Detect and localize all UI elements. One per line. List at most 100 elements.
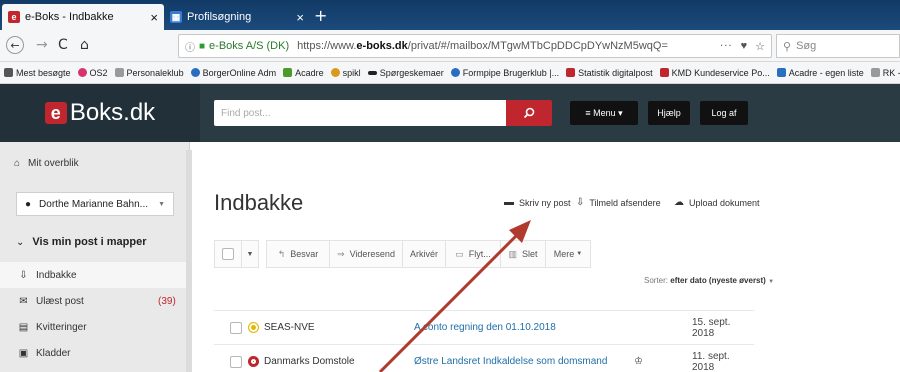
bookmark-item[interactable]: Formpipe Brugerklub |... [450, 68, 559, 78]
inbox-icon: ⇩ [19, 269, 28, 281]
chevron-down-icon: ▼ [576, 251, 583, 257]
chevron-down-icon: ⌄ [16, 236, 25, 248]
pocket-icon[interactable]: ♥ [741, 40, 748, 52]
bookmark-item[interactable]: OS2 [77, 68, 108, 78]
upload-document-button[interactable]: ☁ Upload dokument [674, 197, 760, 208]
sidebar-item-kladder[interactable]: ▣ Kladder [0, 340, 186, 366]
chevron-down-icon: ▼ [158, 200, 165, 208]
draft-icon: ▣ [18, 347, 29, 359]
forward-button[interactable]: ⇒ Videresend [329, 240, 403, 268]
lock-icon: ■ [199, 40, 206, 52]
row-checkbox[interactable] [230, 355, 242, 368]
archive-button[interactable]: Arkivér [402, 240, 446, 268]
url-bar[interactable]: ⓘ ■ e-Boks A/S (DK) https://www.e-boks.d… [178, 34, 772, 58]
message-row[interactable]: Danmarks Domstole Østre Landsret Indkald… [214, 344, 754, 372]
tab-label: Profilsøgning [187, 11, 252, 23]
e-boks-favicon-icon: e [8, 11, 20, 23]
forward-button[interactable]: → [36, 37, 48, 53]
sender-logo-icon [248, 356, 259, 367]
sidebar-item-indbakke[interactable]: ⇩ Indbakke [0, 262, 186, 288]
message-toolbar: ▼ ↰ Besvar ⇒ Videresend Arkivér ▭ Flyt... ▥… [214, 240, 591, 268]
url-text[interactable]: https://www.e-boks.dk/privat/#/mailbox/M… [297, 40, 668, 52]
logout-button[interactable]: Log af [700, 101, 748, 125]
bookmark-item[interactable]: Spørgeskemaer [367, 68, 444, 78]
new-tab-button[interactable]: + [314, 6, 327, 25]
info-icon[interactable]: ⓘ [185, 39, 195, 54]
row-checkbox[interactable] [230, 321, 242, 334]
delete-button[interactable]: ▥ Slet [500, 240, 546, 268]
bookmark-item[interactable]: Statistik digitalpost [566, 68, 653, 78]
globe-icon [450, 68, 460, 77]
bookmark-item[interactable]: BorgerOnline Adm [190, 68, 276, 78]
logo-text: Boks.dk [69, 99, 156, 126]
more-button[interactable]: Mere ▼ [545, 240, 591, 268]
page-actions-icon[interactable]: ··· [720, 41, 733, 52]
select-all-checkbox[interactable] [214, 240, 242, 268]
sort-control[interactable]: Sorter: efter dato (nyeste øverst) ▼ [644, 276, 774, 285]
subscribe-senders-button[interactable]: ⇩ Tilmeld afsendere [576, 197, 661, 208]
reload-button[interactable]: C [58, 37, 68, 53]
subject-link[interactable]: A conto regning den 01.10.2018 [414, 322, 556, 333]
e-boks-logo[interactable]: e Boks.dk [0, 84, 200, 142]
bookmark-item[interactable]: Acadre [283, 68, 324, 78]
bookmark-item[interactable]: Mest besøgte [4, 68, 71, 78]
site-identity[interactable]: e-Boks A/S (DK) [209, 40, 289, 52]
chevron-down-icon: ▼ [246, 250, 254, 258]
sender-logo-icon [248, 322, 259, 333]
gear-icon [4, 68, 13, 77]
browser-nav-bar: ← → C ⌂ ⓘ ■ e-Boks A/S (DK) https://www.… [0, 30, 900, 62]
close-tab-icon[interactable]: × [150, 10, 158, 25]
sidebar-item-ulaest-post[interactable]: ✉ Ulæst post (39) [0, 288, 186, 314]
crown-icon: ♔ [634, 356, 643, 367]
bookmark-item[interactable]: spikl [330, 68, 361, 78]
trash-icon: ▥ [508, 248, 517, 259]
envelope-icon: ✉ [19, 295, 28, 307]
page-title: Indbakke [214, 190, 304, 215]
user-select[interactable]: ● Dorthe Marianne Bahn... ▼ [16, 192, 174, 216]
message-row[interactable]: SEAS-NVE A conto regning den 01.10.2018 … [214, 310, 754, 344]
tab-e-boks-indbakke[interactable]: e e-Boks - Indbakke × [2, 4, 164, 30]
bookmark-icon [566, 68, 576, 77]
menu-button[interactable]: ≡ Menu ▾ [570, 101, 638, 125]
tab-profilsogning[interactable]: ▦ Profilsøgning × [164, 4, 310, 30]
folder-list: ⇩ Indbakke ✉ Ulæst post (39) ▤ Kvitterin… [0, 262, 186, 366]
receipt-icon: ▤ [18, 321, 29, 333]
find-post-input[interactable]: Find post... [214, 100, 506, 126]
globe-icon [190, 68, 200, 77]
home-icon: ⌂ [14, 158, 21, 169]
bookmark-star-icon[interactable]: ☆ [755, 40, 765, 53]
close-tab-icon[interactable]: × [296, 10, 304, 25]
back-button[interactable]: ← [6, 36, 24, 54]
home-button[interactable]: ⌂ [80, 37, 89, 53]
reply-button[interactable]: ↰ Besvar [266, 240, 330, 268]
sidebar-item-kvitteringer[interactable]: ▤ Kvitteringer [0, 314, 186, 340]
write-new-post-button[interactable]: ▬ Skriv ny post [504, 197, 571, 208]
checkbox[interactable] [222, 248, 234, 260]
search-input[interactable]: ⚲ Søg [776, 34, 900, 58]
profile-favicon-icon: ▦ [170, 11, 182, 23]
bookmark-item[interactable]: KMD Kundeservice Po... [659, 68, 770, 78]
message-date: 15. sept. 2018 [692, 316, 731, 339]
bookmark-item[interactable]: Personaleklub [114, 68, 184, 78]
subject-link[interactable]: Østre Landsret Indkaldelse som domsmand [414, 356, 607, 367]
select-dropdown[interactable]: ▼ [241, 240, 259, 268]
sender-name: Danmarks Domstole [264, 356, 355, 367]
inbox-tray-icon: ⇩ [576, 197, 585, 208]
sidebar-item-overblik[interactable]: ⌂ Mit overblik [14, 158, 79, 169]
search-button[interactable] [506, 100, 552, 126]
chevron-down-icon: ▼ [768, 279, 775, 285]
bookmark-item[interactable]: Acadre - egen liste [776, 68, 864, 78]
message-date: 11. sept. 2018 [692, 350, 730, 372]
browser-tab-bar: e e-Boks - Indbakke × ▦ Profilsøgning × … [0, 0, 900, 30]
folders-section-toggle[interactable]: ⌄ Vis min post i mapper [16, 236, 147, 248]
move-button[interactable]: ▭ Flyt... [445, 240, 501, 268]
forward-icon: ⇒ [337, 248, 345, 259]
bookmark-item[interactable]: RK - hjemmesi [870, 68, 900, 78]
bookmark-icon [776, 68, 786, 77]
sender-name: SEAS-NVE [264, 322, 315, 333]
help-button[interactable]: Hjælp [648, 101, 690, 125]
bookmark-icon [330, 68, 340, 77]
screenshot-root: e e-Boks - Indbakke × ▦ Profilsøgning × … [0, 0, 900, 372]
bookmarks-bar: Mest besøgte OS2 Personaleklub BorgerOnl… [0, 62, 900, 84]
sidebar: ⌂ Mit overblik ● Dorthe Marianne Bahn...… [0, 142, 190, 372]
